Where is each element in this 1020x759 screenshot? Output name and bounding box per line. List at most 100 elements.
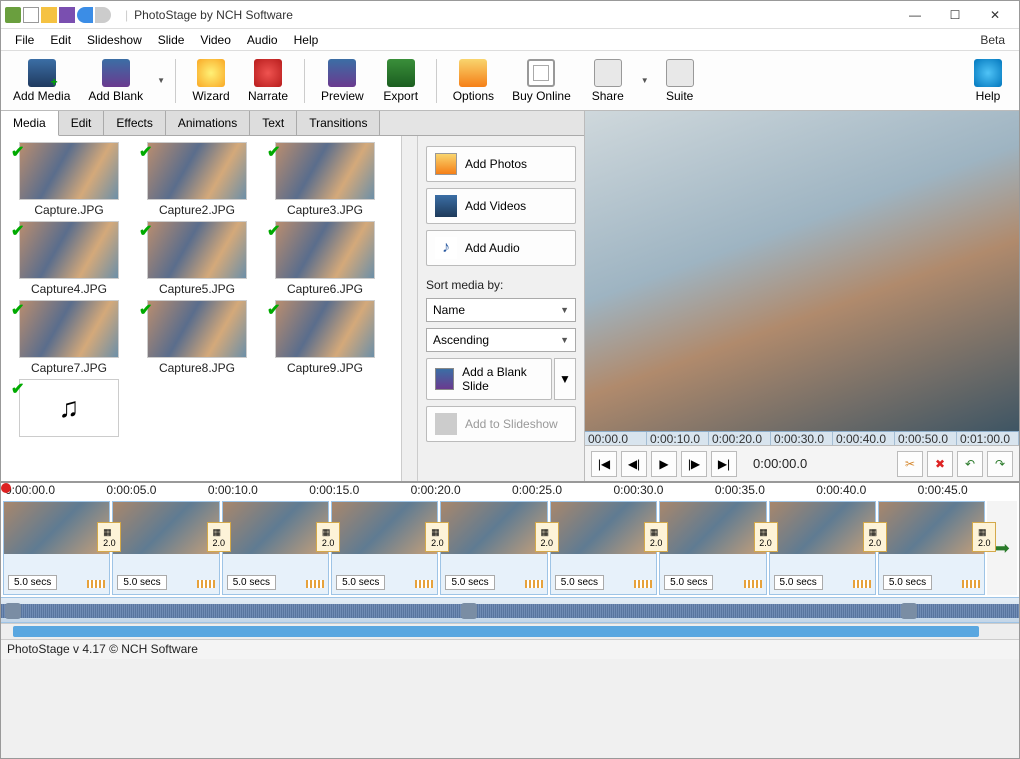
- add-blank-slide-button[interactable]: Add a Blank Slide: [426, 358, 552, 400]
- timeline-clip[interactable]: ▦2.05.0 secs: [112, 501, 219, 595]
- split-button[interactable]: ✂: [897, 451, 923, 477]
- transition-marker[interactable]: ▦2.0: [316, 522, 340, 552]
- media-thumb[interactable]: ✔Capture6.JPG: [263, 221, 387, 296]
- scrollbar-thumb[interactable]: [13, 626, 979, 637]
- media-thumb[interactable]: ✔Capture3.JPG: [263, 142, 387, 217]
- delete-button[interactable]: ✖: [927, 451, 953, 477]
- add-blank-dropdown[interactable]: ▼: [554, 358, 576, 400]
- media-thumb[interactable]: ✔Capture9.JPG: [263, 300, 387, 375]
- thumb-label: Capture7.JPG: [31, 361, 107, 375]
- ruler-tick: 0:00:15.0: [309, 483, 410, 499]
- undo-icon[interactable]: [77, 7, 93, 23]
- redo-icon[interactable]: [95, 7, 111, 23]
- open-icon[interactable]: [41, 7, 57, 23]
- playhead[interactable]: [1, 483, 11, 493]
- clip-thumb: [113, 502, 218, 554]
- add-photos-button[interactable]: Add Photos: [426, 146, 576, 182]
- timeline-clip[interactable]: ▦2.05.0 secs: [440, 501, 547, 595]
- minimize-button[interactable]: —: [895, 3, 935, 27]
- wizard-button[interactable]: Wizard: [186, 57, 236, 105]
- chevron-down-icon[interactable]: ▼: [157, 76, 165, 85]
- media-thumb[interactable]: ✔Capture7.JPG: [7, 300, 131, 375]
- sort-field-select[interactable]: Name▼: [426, 298, 576, 322]
- timeline-clip[interactable]: ▦2.05.0 secs: [769, 501, 876, 595]
- menu-slide[interactable]: Slide: [150, 31, 193, 49]
- add-blank-button[interactable]: Add Blank: [82, 57, 149, 105]
- add-media-button[interactable]: Add Media: [7, 57, 76, 105]
- export-button[interactable]: Export: [376, 57, 426, 105]
- maximize-button[interactable]: ☐: [935, 3, 975, 27]
- sort-label: Sort media by:: [426, 278, 576, 292]
- chevron-down-icon[interactable]: ▼: [641, 76, 649, 85]
- menu-help[interactable]: Help: [286, 31, 327, 49]
- menu-audio[interactable]: Audio: [239, 31, 286, 49]
- menu-video[interactable]: Video: [192, 31, 238, 49]
- timeline-ruler: 0:00:00.00:00:05.00:00:10.00:00:15.00:00…: [1, 483, 1019, 499]
- add-media-icon: [28, 59, 56, 87]
- thumb-label: Capture5.JPG: [159, 282, 235, 296]
- timeline-scrollbar[interactable]: [1, 623, 1019, 639]
- separator: [436, 59, 437, 103]
- next-frame-button[interactable]: |▶: [681, 451, 707, 477]
- undo-button[interactable]: ↶: [957, 451, 983, 477]
- play-button[interactable]: ▶: [651, 451, 677, 477]
- tab-text[interactable]: Text: [250, 111, 297, 135]
- tab-transitions[interactable]: Transitions: [297, 111, 380, 135]
- media-thumb[interactable]: ✔Capture8.JPG: [135, 300, 259, 375]
- transition-marker[interactable]: ▦2.0: [425, 522, 449, 552]
- timeline-audio-track[interactable]: [1, 597, 1019, 623]
- transition-marker[interactable]: ▦2.0: [863, 522, 887, 552]
- prev-frame-button[interactable]: ◀|: [621, 451, 647, 477]
- transition-marker[interactable]: ▦2.0: [97, 522, 121, 552]
- media-thumb[interactable]: ✔Capture2.JPG: [135, 142, 259, 217]
- menu-file[interactable]: File: [7, 31, 42, 49]
- media-thumb[interactable]: ✔Capture5.JPG: [135, 221, 259, 296]
- share-button[interactable]: Share: [583, 57, 633, 105]
- sort-direction-select[interactable]: Ascending▼: [426, 328, 576, 352]
- redo-button[interactable]: ↷: [987, 451, 1013, 477]
- timeline-clip[interactable]: ▦2.05.0 secs: [3, 501, 110, 595]
- timeline-clip[interactable]: ▦2.05.0 secs: [550, 501, 657, 595]
- timeline-clip[interactable]: ▦2.05.0 secs: [659, 501, 766, 595]
- new-icon[interactable]: [23, 7, 39, 23]
- timeline-clip[interactable]: ▦2.05.0 secs: [222, 501, 329, 595]
- options-button[interactable]: Options: [447, 57, 500, 105]
- menu-slideshow[interactable]: Slideshow: [79, 31, 150, 49]
- media-thumb[interactable]: ✔Capture.JPG: [7, 142, 131, 217]
- timeline-clip[interactable]: ▦2.05.0 secs: [331, 501, 438, 595]
- add-videos-button[interactable]: Add Videos: [426, 188, 576, 224]
- close-button[interactable]: ✕: [975, 3, 1015, 27]
- transition-marker[interactable]: ▦2.0: [644, 522, 668, 552]
- scrollbar-vertical[interactable]: [401, 136, 417, 481]
- tab-edit[interactable]: Edit: [59, 111, 105, 135]
- narrate-button[interactable]: Narrate: [242, 57, 294, 105]
- menu-edit[interactable]: Edit: [42, 31, 79, 49]
- options-icon: [459, 59, 487, 87]
- audio-thumb[interactable]: ✔♫: [7, 379, 131, 437]
- help-button[interactable]: Help: [963, 57, 1013, 105]
- suite-button[interactable]: Suite: [655, 57, 705, 105]
- speaker-icon: [461, 603, 477, 619]
- goto-end-button[interactable]: ▶|: [711, 451, 737, 477]
- add-audio-button[interactable]: ♪Add Audio: [426, 230, 576, 266]
- buy-online-button[interactable]: Buy Online: [506, 57, 577, 105]
- save-icon[interactable]: [59, 7, 75, 23]
- transition-marker[interactable]: ▦2.0: [207, 522, 231, 552]
- clip-thumb: [4, 502, 109, 554]
- clip-duration: 5.0 secs: [117, 575, 166, 590]
- tab-animations[interactable]: Animations: [166, 111, 250, 135]
- transition-marker[interactable]: ▦2.0: [972, 522, 996, 552]
- tab-media[interactable]: Media: [1, 111, 59, 136]
- transition-marker[interactable]: ▦2.0: [754, 522, 778, 552]
- timeline-clip[interactable]: ▦2.05.0 secs: [878, 501, 985, 595]
- goto-start-button[interactable]: |◀: [591, 451, 617, 477]
- ruler-tick: 0:00:20.0: [709, 432, 771, 445]
- clip-effects-icon: [415, 580, 433, 588]
- media-thumb[interactable]: ✔Capture4.JPG: [7, 221, 131, 296]
- transition-marker[interactable]: ▦2.0: [535, 522, 559, 552]
- add-blank-label: Add Blank: [88, 89, 143, 103]
- clip-duration: 5.0 secs: [883, 575, 932, 590]
- preview-button[interactable]: Preview: [315, 57, 370, 105]
- thumb-image: [19, 142, 119, 200]
- tab-effects[interactable]: Effects: [104, 111, 165, 135]
